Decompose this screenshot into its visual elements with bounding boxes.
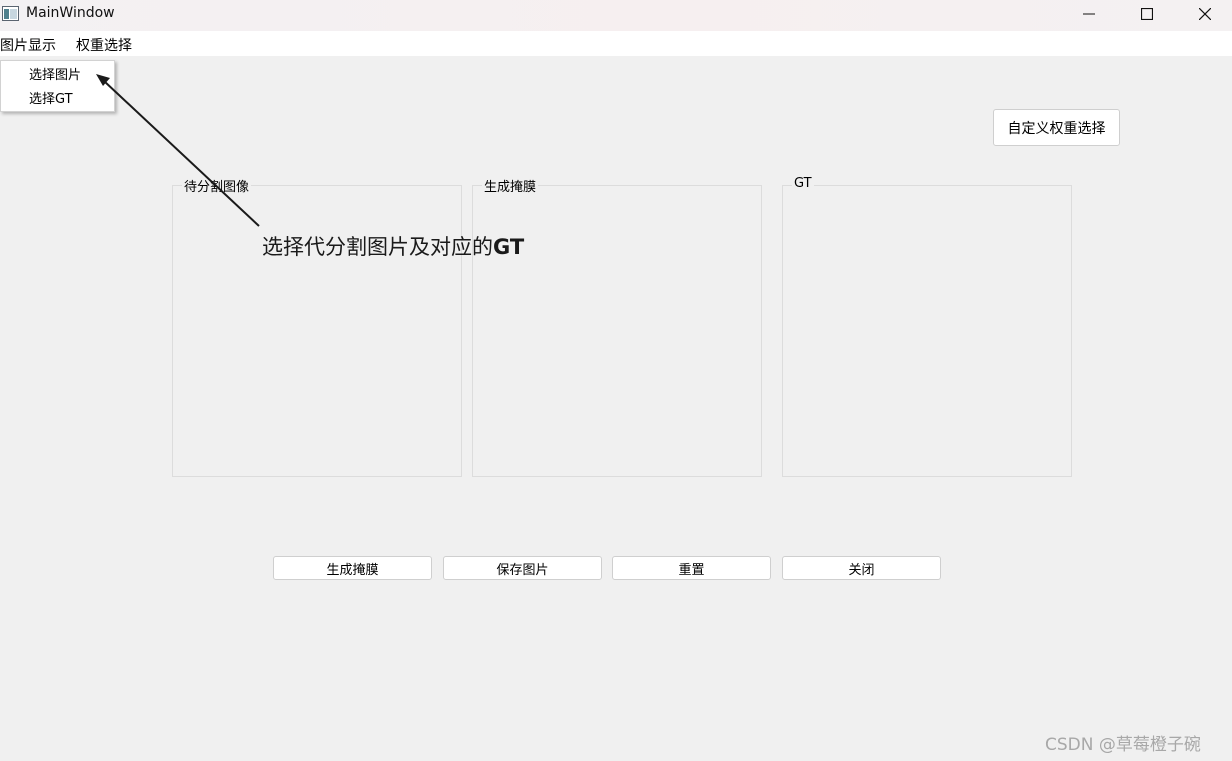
panel-generated-mask [472, 185, 762, 477]
close-button[interactable] [1176, 0, 1232, 28]
menu-bar: 图片显示 权重选择 [0, 31, 1232, 56]
panel-input-image [172, 185, 462, 477]
minimize-icon [1083, 8, 1095, 20]
save-image-button[interactable]: 保存图片 [443, 556, 602, 580]
maximize-button[interactable] [1118, 0, 1176, 28]
custom-weight-button[interactable]: 自定义权重选择 [993, 109, 1120, 146]
reset-button[interactable]: 重置 [612, 556, 771, 580]
title-bar: MainWindow [0, 0, 1232, 31]
maximize-icon [1141, 8, 1153, 20]
close-icon [1199, 8, 1211, 20]
menu-weight-select[interactable]: 权重选择 [76, 35, 132, 55]
panel-input-image-title: 待分割图像 [182, 176, 252, 195]
menu-item-select-image[interactable]: 选择图片 [29, 64, 81, 83]
image-display-dropdown: 选择图片 选择GT [0, 60, 115, 112]
watermark: CSDN @草莓橙子碗 [1045, 735, 1201, 755]
window-title: MainWindow [26, 5, 115, 21]
menu-image-display[interactable]: 图片显示 [0, 35, 56, 55]
menu-item-select-gt[interactable]: 选择GT [29, 88, 73, 107]
annotation-text: 选择代分割图片及对应的GT [262, 235, 525, 259]
panel-gt-title: GT [792, 176, 814, 191]
panel-generated-mask-title: 生成掩膜 [482, 176, 539, 195]
minimize-button[interactable] [1060, 0, 1118, 28]
panel-gt [782, 185, 1072, 477]
app-window-icon [2, 6, 19, 21]
close-app-button[interactable]: 关闭 [782, 556, 941, 580]
generate-mask-button[interactable]: 生成掩膜 [273, 556, 432, 580]
